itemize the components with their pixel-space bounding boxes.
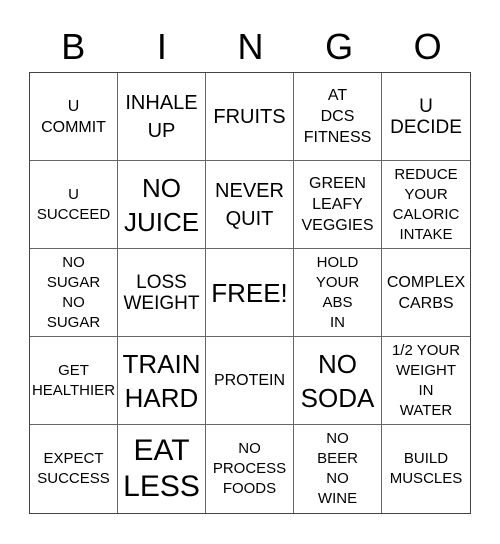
header-letter-g: G (325, 26, 354, 67)
bingo-cell[interactable]: BUILD MUSCLES (382, 425, 470, 513)
bingo-cell[interactable]: AT DCS FITNESS (294, 73, 382, 161)
bingo-header: B I N G O (29, 22, 472, 72)
bingo-cell[interactable]: NO PROCESS FOODS (206, 425, 294, 513)
header-letter-b: B (61, 26, 86, 67)
bingo-cell[interactable]: NO BEER NO WINE (294, 425, 382, 513)
bingo-cell[interactable]: GET HEALTHIER (30, 337, 118, 425)
bingo-cell[interactable]: NO SODA (294, 337, 382, 425)
bingo-cell[interactable]: INHALE UP (118, 73, 206, 161)
bingo-cell[interactable]: 1/2 YOUR WEIGHT IN WATER (382, 337, 470, 425)
header-letter-o: O (413, 26, 442, 67)
bingo-cell[interactable]: EXPECT SUCCESS (30, 425, 118, 513)
bingo-cell[interactable]: HOLD YOUR ABS IN (294, 249, 382, 337)
header-letter-n: N (237, 26, 264, 67)
bingo-board: U COMMIT INHALE UP FRUITS AT DCS FITNESS… (29, 72, 471, 514)
bingo-cell[interactable]: U SUCCEED (30, 161, 118, 249)
bingo-cell[interactable]: EAT LESS (118, 425, 206, 513)
bingo-cell[interactable]: LOSS WEIGHT (118, 249, 206, 337)
bingo-cell[interactable]: NEVER QUIT (206, 161, 294, 249)
bingo-cell[interactable]: U DECIDE (382, 73, 470, 161)
bingo-cell[interactable]: U COMMIT (30, 73, 118, 161)
bingo-cell[interactable]: FRUITS (206, 73, 294, 161)
bingo-cell[interactable]: NO SUGAR NO SUGAR (30, 249, 118, 337)
bingo-cell[interactable]: COMPLEX CARBS (382, 249, 470, 337)
bingo-cell[interactable]: GREEN LEAFY VEGGIES (294, 161, 382, 249)
header-letter-i: I (156, 26, 167, 67)
bingo-cell[interactable]: TRAIN HARD (118, 337, 206, 425)
bingo-cell[interactable]: PROTEIN (206, 337, 294, 425)
free-space[interactable]: FREE! (206, 249, 294, 337)
bingo-cell[interactable]: REDUCE YOUR CALORIC INTAKE (382, 161, 470, 249)
bingo-cell[interactable]: NO JUICE (118, 161, 206, 249)
